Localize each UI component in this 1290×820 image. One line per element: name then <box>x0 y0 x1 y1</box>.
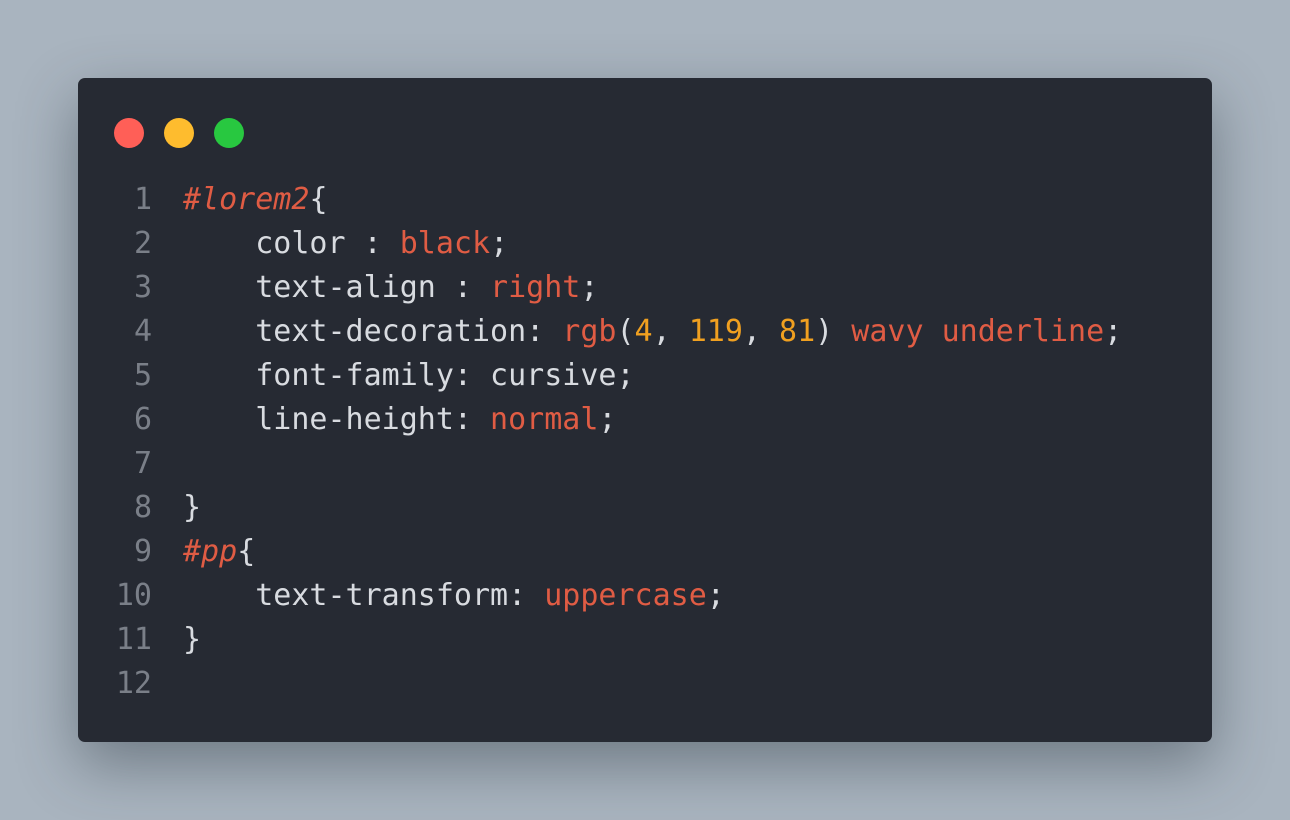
code-token-sel: #lorem2 <box>183 182 310 217</box>
code-token-punct: ; <box>580 270 599 305</box>
code-token-num: 119 <box>688 314 743 349</box>
code-token-val: wavy underline <box>851 314 1105 349</box>
code-token-val: uppercase <box>544 578 707 613</box>
code-token-sel: #pp <box>183 534 238 569</box>
code-token-punct: , <box>652 314 689 349</box>
code-token-punct: { <box>309 182 328 217</box>
line-text <box>152 442 183 486</box>
code-line: 11} <box>78 618 1212 662</box>
code-line: 1 #lorem2{ <box>78 178 1212 222</box>
line-number: 2 <box>133 226 152 261</box>
code-line: 6 line-height: normal; <box>78 398 1212 442</box>
line-number: 9 <box>133 534 152 569</box>
code-token-punct: , <box>742 314 780 349</box>
code-token-prop: text-transform: <box>183 578 545 613</box>
code-line: 7 <box>78 442 1212 486</box>
line-number: 10 <box>115 578 152 613</box>
line-number: 11 <box>115 622 152 657</box>
line-text: #lorem2{ <box>152 178 328 222</box>
line-number: 5 <box>133 358 152 393</box>
line-text: } <box>152 618 201 662</box>
code-line: 12 <box>78 662 1212 706</box>
line-text: font-family: cursive; <box>152 354 635 398</box>
code-token-punct: ; <box>598 402 617 437</box>
close-dot[interactable] <box>114 118 144 148</box>
code-line: 5 font-family: cursive; <box>78 354 1212 398</box>
line-number: 3 <box>133 270 152 305</box>
line-number: 1 <box>133 182 152 217</box>
code-token-prop: font-family: cursive; <box>183 358 635 393</box>
code-token-num: 4 <box>634 314 653 349</box>
line-text: #pp{ <box>152 530 255 574</box>
code-token-prop: line-height: <box>183 402 491 437</box>
line-number: 6 <box>133 402 152 437</box>
line-number: 7 <box>133 446 152 481</box>
line-text: color : black; <box>152 222 508 266</box>
line-text <box>152 662 183 706</box>
line-text: line-height: normal; <box>152 398 616 442</box>
line-text: text-decoration: rgb(4, 119, 81) wavy un… <box>152 310 1122 354</box>
code-line: 9 #pp{ <box>78 530 1212 574</box>
code-line: 2 color : black; <box>78 222 1212 266</box>
window-controls <box>114 118 244 148</box>
code-window: 1 #lorem2{2 color : black; 3 text-align : … <box>78 78 1212 742</box>
line-text: text-align : right; <box>152 266 598 310</box>
code-block: 1 #lorem2{2 color : black; 3 text-align : … <box>78 178 1212 706</box>
code-token-punct: ( <box>616 314 635 349</box>
line-number: 8 <box>133 490 152 525</box>
code-token-punct: ) <box>815 314 852 349</box>
minimize-dot[interactable] <box>164 118 194 148</box>
code-line: 10 text-transform: uppercase; <box>78 574 1212 618</box>
code-token-punct: { <box>237 534 256 569</box>
code-token-prop: text-align : <box>183 270 491 305</box>
code-token-punct: ; <box>1104 314 1123 349</box>
code-token-punct: ; <box>490 226 509 261</box>
code-token-punct: } <box>183 622 202 657</box>
code-token-prop: text-decoration: <box>183 314 563 349</box>
code-token-val: black <box>399 226 491 261</box>
code-token-prop: color : <box>183 226 400 261</box>
code-line: 3 text-align : right; <box>78 266 1212 310</box>
line-text: } <box>152 486 201 530</box>
code-token-num: 81 <box>779 314 816 349</box>
code-token-punct: ; <box>706 578 725 613</box>
code-line: 4 text-decoration: rgb(4, 119, 81) wavy … <box>78 310 1212 354</box>
code-token-val: rgb <box>562 314 617 349</box>
maximize-dot[interactable] <box>214 118 244 148</box>
code-token-punct: } <box>183 490 202 525</box>
line-number: 12 <box>115 666 152 701</box>
code-token-val: normal <box>490 402 599 437</box>
line-text: text-transform: uppercase; <box>152 574 725 618</box>
code-line: 8} <box>78 486 1212 530</box>
code-token-val: right <box>490 270 581 305</box>
line-number: 4 <box>133 314 152 349</box>
